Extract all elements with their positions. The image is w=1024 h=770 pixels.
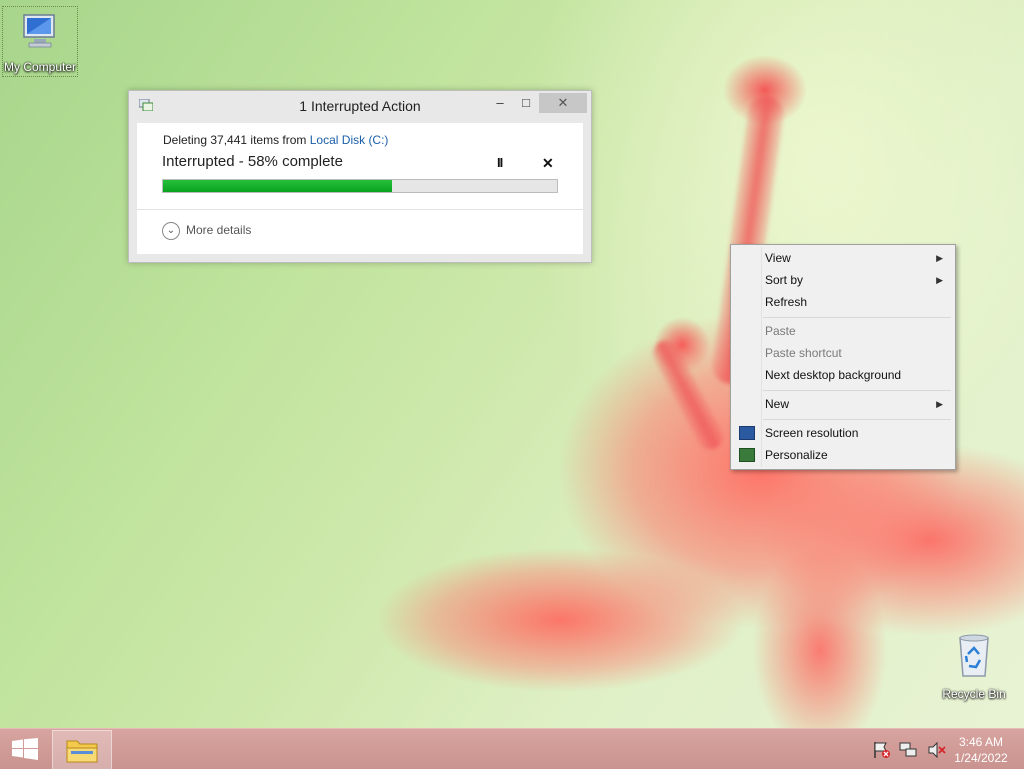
close-button[interactable]: ✕: [539, 93, 587, 113]
chevron-down-icon: ⌄: [162, 222, 180, 240]
pause-button[interactable]: II: [497, 155, 503, 170]
clock-date: 1/24/2022: [954, 751, 1008, 765]
volume-muted-icon[interactable]: [927, 741, 947, 759]
divider: [137, 209, 583, 210]
local-disk-link[interactable]: Local Disk (C:): [310, 133, 389, 147]
personalize-icon: [739, 448, 755, 462]
operation-status: Interrupted - 58% complete: [162, 153, 343, 170]
menu-item-label: Paste: [765, 324, 796, 338]
menu-item-label: Personalize: [765, 448, 828, 462]
operation-description-text: Deleting 37,441 items from: [163, 133, 310, 147]
progress-bar-fill: [163, 180, 392, 192]
my-computer-icon: [23, 14, 55, 48]
progress-bar: [162, 179, 558, 193]
menu-item-label: Refresh: [765, 295, 808, 309]
menu-separator: [763, 390, 951, 391]
menu-item-sort-by[interactable]: Sort by ▶: [733, 269, 953, 291]
menu-item-new[interactable]: New ▶: [733, 393, 953, 415]
menu-separator: [763, 419, 951, 420]
menu-item-label: View: [765, 251, 791, 265]
taskbar-clock[interactable]: 3:46 AM 1/24/2022: [952, 734, 1010, 766]
menu-item-label: Paste shortcut: [765, 346, 842, 360]
menu-item-screen-resolution[interactable]: Screen resolution: [733, 422, 953, 444]
menu-item-label: Screen resolution: [765, 426, 859, 440]
desktop-icon-label: My Computer: [3, 60, 77, 74]
taskbar-file-explorer[interactable]: [52, 730, 112, 770]
menu-item-paste-shortcut: Paste shortcut: [733, 342, 953, 364]
submenu-arrow-icon: ▶: [936, 275, 943, 285]
menu-separator: [763, 317, 951, 318]
system-tray: [872, 741, 947, 764]
file-explorer-icon: [66, 740, 98, 763]
menu-item-label: Next desktop background: [765, 368, 902, 382]
maximize-button[interactable]: □: [513, 93, 539, 113]
menu-item-label: Sort by: [765, 273, 804, 287]
operation-description: Deleting 37,441 items from Local Disk (C…: [163, 133, 388, 147]
dialog-content: Deleting 37,441 items from Local Disk (C…: [137, 123, 583, 254]
minimize-button[interactable]: –: [487, 93, 513, 113]
more-details-label: More details: [186, 223, 252, 238]
menu-item-paste: Paste: [733, 320, 953, 342]
menu-item-view[interactable]: View ▶: [733, 247, 953, 269]
menu-item-next-desktop-background[interactable]: Next desktop background: [733, 364, 953, 386]
more-details-toggle[interactable]: ⌄ More details: [162, 222, 251, 240]
menu-item-label: New: [765, 397, 790, 411]
menu-item-refresh[interactable]: Refresh: [733, 291, 953, 313]
desktop-icon-selection: My Computer: [2, 6, 78, 77]
windows-start-icon[interactable]: [12, 738, 38, 760]
desktop-icon-recycle-bin[interactable]: Recycle Bin: [936, 632, 1012, 703]
interrupted-action-dialog: 1 Interrupted Action – □ ✕ Deleting 37,4…: [128, 90, 592, 263]
taskbar: 3:46 AM 1/24/2022: [0, 728, 1024, 770]
display-icon: [739, 426, 755, 440]
desktop-icon-my-computer[interactable]: My Computer: [2, 6, 78, 77]
desktop-icon-label: Recycle Bin: [942, 687, 1006, 701]
recycle-bin-icon: [959, 634, 989, 677]
menu-item-personalize[interactable]: Personalize: [733, 444, 953, 466]
submenu-arrow-icon: ▶: [936, 399, 943, 409]
network-icon[interactable]: [898, 741, 920, 759]
desktop-context-menu: View ▶ Sort by ▶ Refresh Paste Paste sho…: [730, 244, 956, 470]
dialog-titlebar[interactable]: 1 Interrupted Action – □ ✕: [129, 91, 591, 121]
submenu-arrow-icon: ▶: [936, 253, 943, 263]
cancel-button[interactable]: ✕: [542, 155, 554, 172]
clock-time: 3:46 AM: [958, 735, 1004, 749]
action-center-flag-icon[interactable]: [872, 741, 892, 759]
